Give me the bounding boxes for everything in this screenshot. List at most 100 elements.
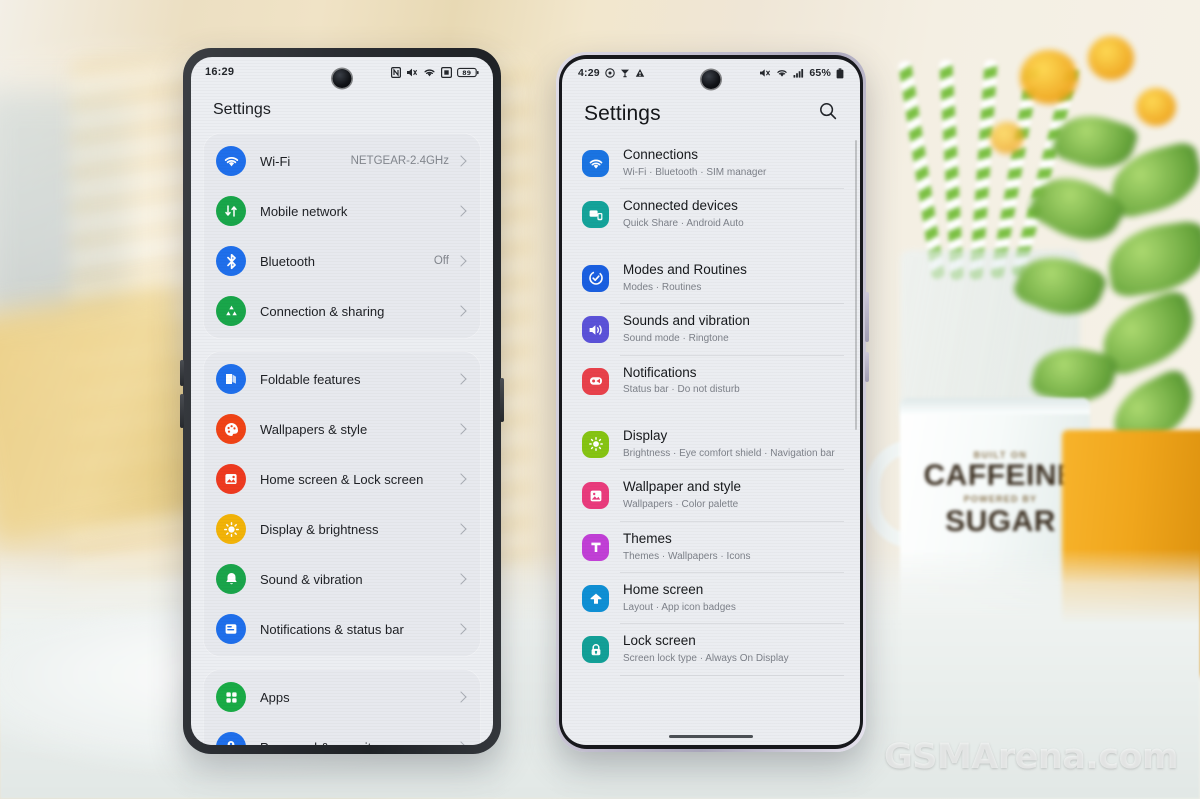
bell-icon: [216, 564, 246, 594]
oneui-row-subtitle: Quick Share · Android Auto: [623, 218, 744, 230]
home-lock-icon: [216, 464, 246, 494]
right-phone-front-camera: [701, 70, 721, 89]
settings-group-personalization: Foldable features Wallpapers & style Hom…: [203, 351, 481, 657]
settings-group-connectivity: Wi-Fi NETGEAR-2.4GHz Mobile network Blue…: [203, 133, 481, 339]
right-settings-list[interactable]: Connections Wi-Fi · Bluetooth · SIM mana…: [562, 138, 860, 735]
settings-row-sounds-vibration[interactable]: Sounds and vibration Sound mode · Ringto…: [562, 304, 860, 354]
oneui-row-subtitle: Layout · App icon badges: [623, 601, 736, 613]
right-phone-power-button[interactable]: [865, 352, 869, 382]
oneui-row-title: Lock screen: [623, 633, 696, 649]
chevron-right-icon: [455, 373, 467, 385]
chevron-right-icon: [455, 691, 467, 703]
left-phone-screen: 16:29 89 Settings Wi-Fi NETGEAR-2.4GHz M…: [191, 57, 493, 745]
settings-row-wifi[interactable]: Wi-Fi NETGEAR-2.4GHz: [203, 136, 481, 186]
mute-icon: [759, 68, 771, 78]
right-status-time: 4:29: [578, 67, 600, 79]
search-icon[interactable]: [818, 101, 838, 126]
wallpaper-style-icon: [582, 482, 609, 510]
right-phone-volume-button[interactable]: [865, 292, 869, 342]
signal-icon: [441, 66, 452, 78]
app-icon: [605, 68, 615, 78]
oneui-row-subtitle: Wallpapers · Color palette: [623, 499, 739, 511]
connected-devices-icon: [582, 201, 609, 229]
settings-row-home-screen[interactable]: Home screen Layout · App icon badges: [562, 573, 860, 623]
left-phone-front-camera: [332, 69, 352, 88]
settings-row-wallpaper-style[interactable]: Wallpaper and style Wallpapers · Color p…: [562, 470, 860, 520]
oneui-row-title: Themes: [623, 530, 672, 546]
left-phone-power-button[interactable]: [500, 378, 504, 422]
right-settings-header: Settings: [562, 87, 860, 138]
sounds-vibration-icon: [582, 316, 609, 344]
warning-icon: [635, 68, 645, 78]
settings-row-modes-routines[interactable]: Modes and Routines Modes · Routines: [562, 253, 860, 303]
apps-grid-icon: [216, 682, 246, 712]
chevron-right-icon: [455, 741, 467, 745]
vpn-icon: [620, 68, 630, 78]
settings-row-themes[interactable]: Themes Themes · Wallpapers · Icons: [562, 522, 860, 572]
left-phone: 16:29 89 Settings Wi-Fi NETGEAR-2.4GHz M…: [180, 48, 504, 754]
settings-row-apps[interactable]: Apps: [203, 672, 481, 722]
chevron-right-icon: [455, 623, 467, 635]
settings-row-notifications-status-bar[interactable]: Notifications & status bar: [203, 604, 481, 654]
battery-level-text: 89: [462, 70, 471, 77]
settings-row-label: Apps: [260, 689, 290, 705]
settings-row-label: Bluetooth: [260, 253, 315, 269]
notifications-icon: [216, 614, 246, 644]
settings-row-home-lock-screen[interactable]: Home screen & Lock screen: [203, 454, 481, 504]
settings-row-label: Sound & vibration: [260, 571, 363, 587]
right-phone: 4:29 65% Settings Connections Wi-Fi · Bl…: [556, 52, 869, 752]
settings-row-connection-sharing[interactable]: Connection & sharing: [203, 286, 481, 336]
photo-scene: BUILT ON CAFFEINE POWERED BY SUGAR 16:29: [0, 0, 1200, 799]
settings-row-connections[interactable]: Connections Wi-Fi · Bluetooth · SIM mana…: [562, 138, 860, 188]
connection-sharing-icon: [216, 296, 246, 326]
settings-row-bluetooth[interactable]: Bluetooth Off: [203, 236, 481, 286]
nfc-icon: [391, 66, 401, 78]
settings-row-lock-screen[interactable]: Lock screen Screen lock type · Always On…: [562, 624, 860, 674]
oneui-row-title: Display: [623, 427, 668, 443]
mug-label: BUILT ON CAFFEINE POWERED BY SUGAR: [918, 450, 1083, 537]
settings-row-notifications[interactable]: Notifications Status bar · Do not distur…: [562, 356, 860, 406]
settings-row-sound-vibration[interactable]: Sound & vibration: [203, 554, 481, 604]
connections-wifi-icon: [582, 150, 609, 177]
settings-row-mobile-network[interactable]: Mobile network: [203, 186, 481, 236]
settings-row-connected-devices[interactable]: Connected devices Quick Share · Android …: [562, 189, 860, 239]
wifi-icon: [776, 68, 788, 78]
settings-row-wallpapers-style[interactable]: Wallpapers & style: [203, 404, 481, 454]
settings-row-label: Display & brightness: [260, 521, 379, 537]
oneui-row-title: Modes and Routines: [623, 261, 747, 277]
settings-row-label: Wallpapers & style: [260, 421, 368, 437]
oneui-row-subtitle: Wi-Fi · Bluetooth · SIM manager: [623, 166, 767, 178]
oneui-row-subtitle: Themes · Wallpapers · Icons: [623, 550, 751, 562]
oneui-row-title: Connections: [623, 147, 699, 162]
oneui-row-title: Connected devices: [623, 198, 738, 214]
settings-row-label: Home screen & Lock screen: [260, 471, 424, 487]
foldable-icon: [216, 364, 246, 394]
settings-row-display[interactable]: Display Brightness · Eye comfort shield …: [562, 419, 860, 469]
battery-icon: [836, 67, 844, 79]
palette-icon: [216, 414, 246, 444]
gesture-navigation-bar[interactable]: [669, 734, 753, 738]
left-phone-volume-button[interactable]: [180, 360, 184, 386]
chevron-right-icon: [455, 523, 467, 535]
settings-row-label: Mobile network: [260, 203, 348, 219]
oneui-row-subtitle: Modes · Routines: [623, 281, 702, 293]
mute-icon: [406, 67, 418, 78]
settings-row-display-brightness[interactable]: Display & brightness: [203, 504, 481, 554]
mug-label-line3: POWERED BY: [963, 493, 1038, 504]
right-phone-screen: 4:29 65% Settings Connections Wi-Fi · Bl…: [562, 59, 860, 745]
settings-row-password-security[interactable]: Password & security: [203, 722, 481, 745]
chevron-right-icon: [455, 423, 467, 435]
settings-row-foldable-features[interactable]: Foldable features: [203, 354, 481, 404]
mobile-network-icon: [216, 196, 246, 226]
oneui-row-subtitle: Sound mode · Ringtone: [623, 333, 729, 344]
modes-routines-icon: [582, 264, 609, 292]
settings-row-value: NETGEAR-2.4GHz: [350, 155, 449, 167]
left-settings-list[interactable]: Wi-Fi NETGEAR-2.4GHz Mobile network Blue…: [191, 133, 493, 745]
notifications-bell-icon: [582, 367, 609, 395]
left-phone-hinge-detail: [180, 394, 184, 428]
oneui-row-subtitle: Screen lock type · Always On Display: [623, 653, 789, 665]
settings-row-label: Password & security: [260, 740, 457, 746]
oneui-group-modes-sounds: Modes and Routines Modes · Routines Soun…: [562, 253, 860, 406]
brightness-icon: [216, 514, 246, 544]
lock-screen-icon: [582, 636, 609, 664]
